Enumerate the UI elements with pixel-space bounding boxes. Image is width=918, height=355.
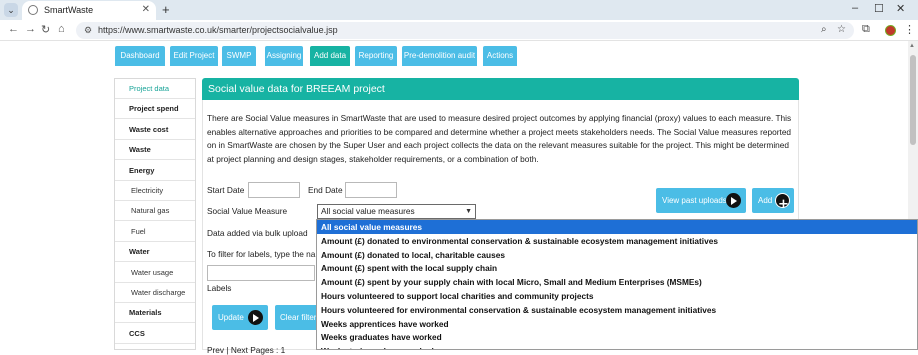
dropdown-option[interactable]: Amount (£) spent by your supply chain wi… [317,275,917,289]
dropdown-option[interactable]: Hours volunteered for environmental cons… [317,303,917,317]
dropdown-option[interactable]: Hours volunteered to support local chari… [317,289,917,303]
section-header: Social value data for BREEAM project [202,78,799,100]
reload-icon[interactable]: ↻ [41,23,50,36]
bookmark-star-icon[interactable]: ☆ [837,24,846,35]
site-info-icon[interactable]: ⚙ [84,25,92,36]
play-icon [248,310,263,325]
new-tab-button[interactable]: + [162,2,170,17]
more-menu-icon[interactable]: ⋮ [904,23,915,36]
start-date-label: Start Date [207,185,245,195]
tab-edit-project[interactable]: Edit Project [170,46,218,66]
tab-actions[interactable]: Actions [483,46,517,66]
end-date-label: End Date [308,185,343,195]
profile-avatar[interactable] [885,25,896,36]
measure-select[interactable]: All social value measures ▼ [317,204,476,219]
measure-dropdown-list[interactable]: All social value measures Amount (£) dona… [316,219,918,350]
clear-filters-label: Clear filters [280,313,321,322]
sidebar-item-project-data[interactable]: Project data [115,79,195,99]
sidebar: Project data Project spend Waste cost Waste… [114,78,196,350]
caret-down-icon: ▼ [465,208,472,215]
tab-dashboard[interactable]: Dashboard [115,46,165,66]
end-date-input[interactable] [345,182,397,198]
dropdown-option[interactable]: Weeks trainees have worked [317,344,917,349]
close-icon[interactable]: ✕ [142,4,150,15]
scrollbar-thumb[interactable] [910,55,916,145]
add-button-label: Add [758,196,773,205]
sidebar-item-electricity[interactable]: Electricity [115,181,195,201]
browser-tabstrip: ⌄ SmartWaste ✕ + – ☐ ✕ [0,0,918,20]
measure-label: Social Value Measure [207,206,288,216]
tab-reporting[interactable]: Reporting [355,46,397,66]
intro-paragraph: There are Social Value measures in Smart… [207,113,792,164]
sidebar-item-water-usage[interactable]: Water usage [115,263,195,283]
tab-pre-demolition-audit[interactable]: Pre-demolition audit [402,46,477,66]
pagination-text[interactable]: Prev | Next Pages : 1 [207,345,285,355]
start-date-input[interactable] [248,182,300,198]
sidebar-item-waste[interactable]: Waste [115,140,195,161]
page-title: Social value data for BREEAM project [208,83,385,95]
address-bar[interactable]: ⚙ https://www.smartwaste.co.uk/smarter/p… [76,22,854,39]
labels-label: Labels [207,283,232,293]
minimize-icon[interactable]: – [852,2,858,14]
update-button[interactable]: Update [212,305,268,330]
globe-icon [28,5,38,15]
add-button[interactable]: Add [752,188,794,217]
sidebar-item-materials[interactable]: Materials [115,303,195,324]
sidebar-item-natural-gas[interactable]: Natural gas [115,201,195,222]
dropdown-option[interactable]: Amount (£) donated to environmental cons… [317,234,917,248]
tab-swmp[interactable]: SWMP [222,46,256,66]
dropdown-option[interactable]: Amount (£) donated to local, charitable … [317,248,917,262]
back-arrow-icon[interactable]: ← [8,23,19,35]
browser-toolbar: ← → ↻ ⌂ ⚙ https://www.smartwaste.co.uk/s… [0,20,918,41]
forward-arrow-icon[interactable]: → [25,23,36,35]
dropdown-option[interactable]: All social value measures [317,220,917,234]
url-text[interactable]: https://www.smartwaste.co.uk/smarter/pro… [98,25,338,35]
play-icon [726,193,741,208]
measure-select-value: All social value measures [321,206,415,216]
window-close-icon[interactable]: ✕ [896,2,905,15]
maximize-icon[interactable]: ☐ [874,2,884,15]
bulk-upload-label: Data added via bulk upload [207,228,308,238]
scroll-up-icon[interactable]: ▲ [909,43,915,49]
sidebar-item-energy[interactable]: Energy [115,161,195,181]
zoom-icon[interactable]: ⌕ [821,24,827,35]
chevron-down-icon[interactable]: ⌄ [4,3,18,17]
clear-filters-button[interactable]: Clear filters [275,305,320,330]
dropdown-option[interactable]: Weeks apprentices have worked [317,317,917,331]
view-past-uploads-label: View past uploads [662,196,727,205]
sidebar-item-fuel[interactable]: Fuel [115,222,195,242]
page-scrollbar[interactable]: ▲ [908,41,918,219]
sidebar-item-water[interactable]: Water [115,242,195,263]
sidebar-item-water-discharge[interactable]: Water discharge [115,283,195,303]
browser-tab[interactable]: SmartWaste ✕ [22,1,156,20]
home-icon[interactable]: ⌂ [58,23,65,35]
sidebar-item-waste-cost[interactable]: Waste cost [115,120,195,140]
dropdown-option[interactable]: Amount (£) spent with the local supply c… [317,261,917,275]
tab-assigning[interactable]: Assigning [265,46,303,66]
update-button-label: Update [218,313,244,322]
sidebar-item-ccs[interactable]: CCS [115,324,195,344]
extensions-icon[interactable]: ⧉ [862,23,870,36]
label-filter-input[interactable] [207,265,315,281]
plus-icon [775,192,790,217]
dropdown-option[interactable]: Weeks graduates have worked [317,330,917,344]
sidebar-item-project-spend[interactable]: Project spend [115,99,195,120]
tab-add-data[interactable]: Add data [310,46,350,66]
browser-tab-title: SmartWaste [44,5,94,15]
view-past-uploads-button[interactable]: View past uploads [656,188,746,213]
filter-label: To filter for labels, type the na [207,249,316,259]
